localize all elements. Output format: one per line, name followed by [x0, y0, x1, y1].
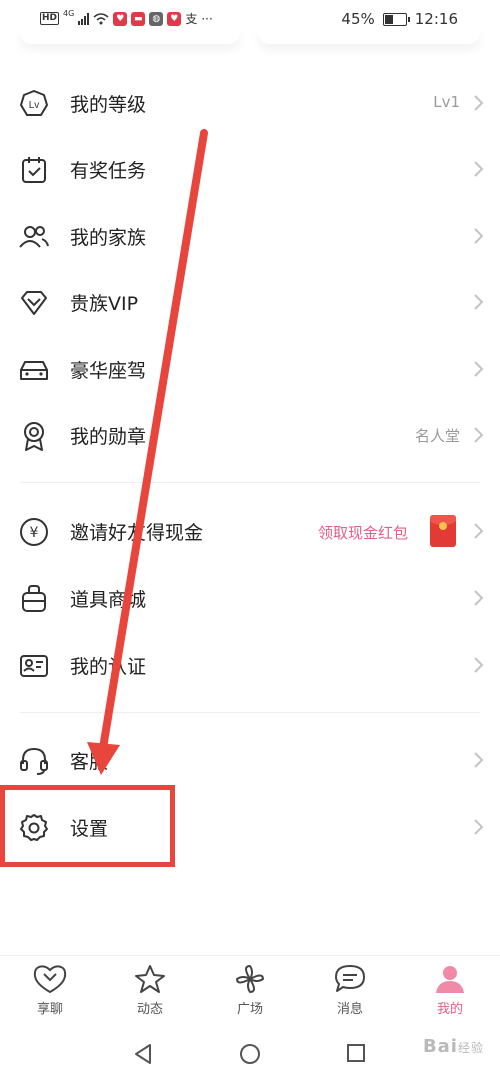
menu-item-vip[interactable]: 贵族VIP [0, 269, 500, 335]
chevron-right-icon [474, 819, 484, 835]
chevron-right-icon [474, 294, 484, 310]
menu-item-level[interactable]: Lv 我的等级 Lv1 [0, 70, 500, 136]
watermark-sub: 经验 [457, 1041, 484, 1055]
alipay-char: 支 [185, 12, 198, 26]
level-icon: Lv [20, 90, 48, 116]
claim-red-packet-link[interactable]: 领取现金红包 [318, 522, 408, 543]
tab-label: 享聊 [36, 1002, 63, 1017]
task-calendar-icon [22, 157, 46, 183]
menu-item-customer-service[interactable]: 客服 [0, 727, 500, 793]
tab-label: 动态 [136, 1002, 163, 1017]
menu-item-label: 客服 [70, 751, 109, 773]
chevron-right-icon [474, 95, 484, 111]
medal-icon [24, 422, 44, 451]
chevron-right-icon [474, 752, 484, 768]
chevron-right-icon [474, 228, 484, 244]
section-divider [20, 712, 480, 713]
menu-item-label: 我的认证 [70, 656, 147, 678]
menu-item-label: 我的勋章 [70, 426, 147, 448]
battery-percent: 45% [341, 10, 375, 28]
chevron-right-icon [474, 590, 484, 606]
family-people-icon [19, 226, 49, 248]
menu-item-car[interactable]: 豪华座驾 [0, 336, 500, 402]
chat-hearts-icon [33, 965, 67, 994]
menu-item-medal[interactable]: 我的勋章 名人堂 [0, 402, 500, 468]
tab-mine[interactable]: 我的 [400, 964, 500, 1024]
id-card-icon [20, 655, 48, 677]
chevron-right-icon [474, 361, 484, 377]
wifi-icon [93, 12, 109, 24]
chevron-right-icon [474, 427, 484, 443]
profile-icon [436, 966, 464, 993]
tab-label: 广场 [236, 1002, 263, 1017]
home-circle-icon[interactable] [239, 1043, 261, 1065]
menu-item-shop[interactable]: 道具商城 [0, 565, 500, 631]
more-notifications: ··· [201, 11, 213, 26]
shop-bag-icon [22, 585, 46, 612]
network-badge: 4G [63, 9, 75, 18]
red-packet-icon [430, 515, 456, 547]
tab-label: 消息 [336, 1002, 363, 1017]
tab-messages[interactable]: 消息 [300, 964, 400, 1024]
app-notification-icon: ♥ [113, 11, 128, 26]
menu-item-label: 有奖任务 [70, 160, 147, 182]
tab-chat[interactable]: 享聊 [0, 964, 100, 1024]
recents-square-icon[interactable] [346, 1043, 366, 1063]
chevron-right-icon [474, 523, 484, 539]
top-card-edge [20, 28, 240, 44]
headset-icon [20, 747, 48, 775]
bottom-tab-bar: 享聊 动态 广场 消息 我的 [0, 955, 500, 1028]
watermark-text: Bai [422, 1036, 458, 1057]
status-icons-right: 45% 12:16 [341, 10, 458, 28]
watermark: Bai经验 [423, 1036, 484, 1057]
hall-of-fame-text: 名人堂 [414, 427, 460, 445]
level-value: Lv1 [433, 93, 460, 111]
section-divider [20, 482, 480, 483]
pinwheel-icon [236, 965, 264, 993]
menu-item-label: 道具商城 [70, 589, 147, 611]
chevron-right-icon [474, 657, 484, 673]
menu-item-family[interactable]: 我的家族 [0, 203, 500, 269]
menu-item-label: 我的等级 [70, 94, 147, 116]
svg-text:Lv: Lv [29, 100, 40, 111]
chevron-right-icon [474, 161, 484, 177]
app-notification-icon: ♥ [167, 11, 182, 26]
hd-badge: HD [40, 12, 60, 25]
tab-square[interactable]: 广场 [200, 964, 300, 1024]
menu-item-verification[interactable]: 我的认证 [0, 632, 500, 698]
menu-item-invite[interactable]: ¥ 邀请好友得现金 领取现金红包 [0, 498, 500, 564]
menu-item-tasks[interactable]: 有奖任务 [0, 136, 500, 202]
message-bubble-icon [335, 965, 365, 992]
clock: 12:16 [414, 10, 458, 28]
tab-label: 我的 [436, 1002, 463, 1017]
menu-item-label: 贵族VIP [70, 293, 139, 315]
menu-item-label: 我的家族 [70, 227, 147, 249]
diamond-icon [21, 291, 47, 315]
tab-moments[interactable]: 动态 [100, 964, 200, 1024]
signal-icon [78, 12, 90, 25]
app-notification-icon: ◍ [149, 11, 164, 26]
svg-text:¥: ¥ [30, 525, 39, 541]
annotation-highlight-box [0, 785, 175, 867]
star-icon [135, 965, 165, 993]
menu-item-label: 豪华座驾 [70, 360, 147, 382]
back-triangle-icon[interactable] [133, 1043, 153, 1065]
status-icons-left: HD 4G ♥ ▬ ◍ ♥ 支 ··· [40, 9, 213, 27]
car-icon [20, 361, 48, 380]
menu-item-label: 邀请好友得现金 [70, 522, 204, 544]
battery-icon [382, 12, 410, 26]
yuan-coin-icon: ¥ [20, 518, 48, 546]
top-card-edge [258, 28, 480, 44]
app-notification-icon: ▬ [131, 11, 146, 26]
